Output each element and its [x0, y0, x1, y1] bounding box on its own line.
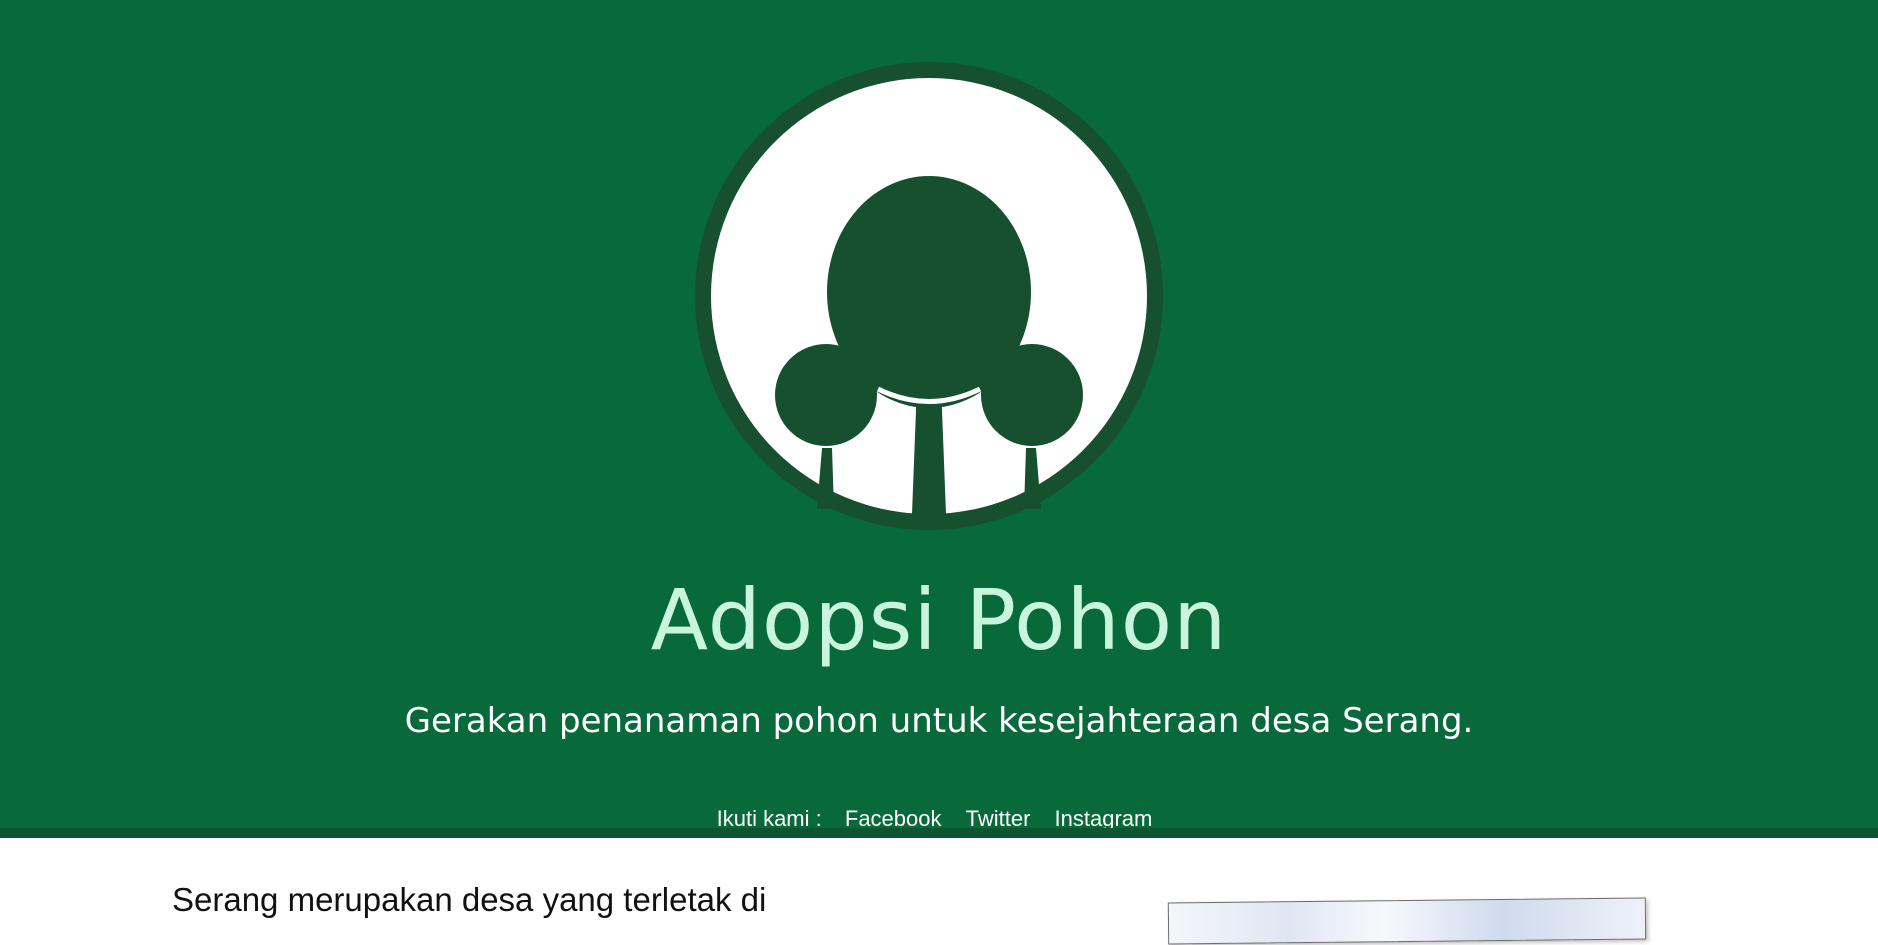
- facebook-link[interactable]: Facebook: [845, 806, 942, 828]
- instagram-link[interactable]: Instagram: [1055, 806, 1153, 828]
- hero-section: Adopsi Pohon Gerakan penanaman pohon unt…: [0, 0, 1878, 828]
- hero-divider: [0, 828, 1878, 838]
- twitter-link[interactable]: Twitter: [966, 806, 1031, 828]
- village-photo: [1167, 897, 1647, 945]
- social-links: Ikuti kami : Facebook Twitter Instagram: [0, 805, 1878, 828]
- site-title: Adopsi Pohon: [650, 571, 1228, 669]
- tagline: Gerakan penanaman pohon untuk kesejahter…: [404, 701, 1474, 741]
- tree-logo-icon: [695, 62, 1163, 530]
- intro-paragraph: Serang merupakan desa yang terletak di: [172, 881, 767, 918]
- social-label: Ikuti kami :: [716, 806, 822, 828]
